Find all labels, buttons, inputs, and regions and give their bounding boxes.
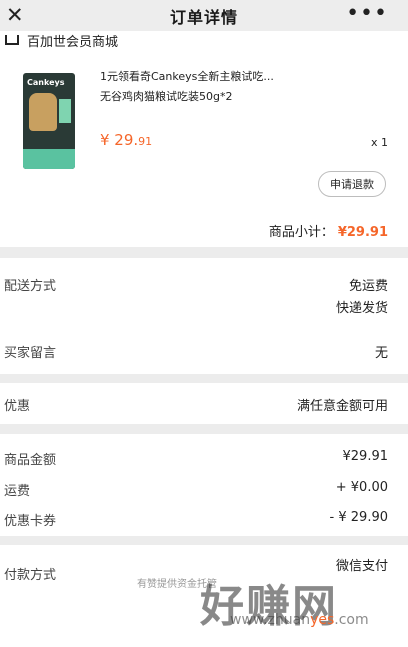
shipping-value: + ¥0.00 bbox=[335, 480, 388, 495]
delivery-value-1: 免运费 bbox=[348, 279, 388, 294]
watermark-url-part2: yes bbox=[310, 612, 335, 628]
store-header[interactable]: 百加世会员商城 bbox=[0, 31, 119, 50]
shipping-label: 运费 bbox=[4, 484, 31, 499]
product-price: ¥ 29.91 bbox=[100, 131, 152, 149]
price-main: ¥ 29. bbox=[100, 131, 139, 149]
delivery-card: 配送方式 免运费 快递发货 买家留言 无 bbox=[0, 258, 408, 374]
product-name[interactable]: 1元领看奇Cankeys全新主粮试吃... 无谷鸡肉猫粮试吃装50g*2 bbox=[100, 67, 350, 107]
package-strip bbox=[23, 149, 75, 169]
subtotal-value: ¥29.91 bbox=[337, 225, 388, 240]
message-value: 无 bbox=[374, 346, 388, 361]
delivery-label: 配送方式 bbox=[4, 279, 57, 294]
watermark-url: www.zhuanyes.com bbox=[230, 612, 369, 628]
order-item-card: 百加世会员商城 Cankeys 1元领看奇Cankeys全新主粮试吃... 无谷… bbox=[0, 31, 408, 247]
coupon-value: - ¥ 29.90 bbox=[329, 510, 388, 525]
package-label bbox=[59, 99, 71, 123]
payment-label: 付款方式 bbox=[4, 568, 57, 583]
more-icon[interactable]: ••• bbox=[346, 2, 388, 26]
store-icon bbox=[5, 35, 19, 45]
payment-value: 微信支付 bbox=[335, 559, 388, 574]
watermark-url-part3: .com bbox=[334, 612, 369, 628]
product-thumbnail[interactable]: Cankeys bbox=[23, 73, 75, 169]
goods-amount-label: 商品金额 bbox=[4, 453, 57, 468]
store-name: 百加世会员商城 bbox=[27, 34, 119, 50]
delivery-value-2: 快递发货 bbox=[335, 301, 388, 316]
cat-image bbox=[29, 93, 57, 131]
close-icon[interactable]: ✕ bbox=[6, 3, 24, 27]
thumbnail-brand: Cankeys bbox=[27, 78, 65, 87]
amounts-card: 商品金额 ¥29.91 运费 + ¥0.00 优惠卡券 - ¥ 29.90 bbox=[0, 434, 408, 536]
goods-amount-value: ¥29.91 bbox=[342, 449, 389, 464]
discount-value: 满任意金额可用 bbox=[296, 399, 388, 414]
coupon-label: 优惠卡券 bbox=[4, 514, 57, 529]
apply-refund-button[interactable]: 申请退款 bbox=[318, 171, 386, 197]
product-name-line2: 无谷鸡肉猫粮试吃装50g*2 bbox=[100, 90, 233, 103]
subtotal: 商品小计： ¥29.91 bbox=[269, 221, 388, 240]
discount-label: 优惠 bbox=[4, 399, 31, 414]
message-label: 买家留言 bbox=[4, 346, 57, 361]
watermark-url-part1: www.zhuan bbox=[230, 612, 311, 628]
price-cents: 91 bbox=[138, 135, 153, 148]
page-title: 订单详情 bbox=[169, 7, 238, 27]
nav-bar: ✕ 订单详情 ••• bbox=[0, 0, 408, 31]
product-quantity: x 1 bbox=[370, 136, 388, 149]
subtotal-label: 商品小计： bbox=[268, 225, 334, 240]
discount-card[interactable]: 优惠 满任意金额可用 bbox=[0, 383, 408, 424]
product-name-line1: 1元领看奇Cankeys全新主粮试吃... bbox=[100, 70, 274, 83]
